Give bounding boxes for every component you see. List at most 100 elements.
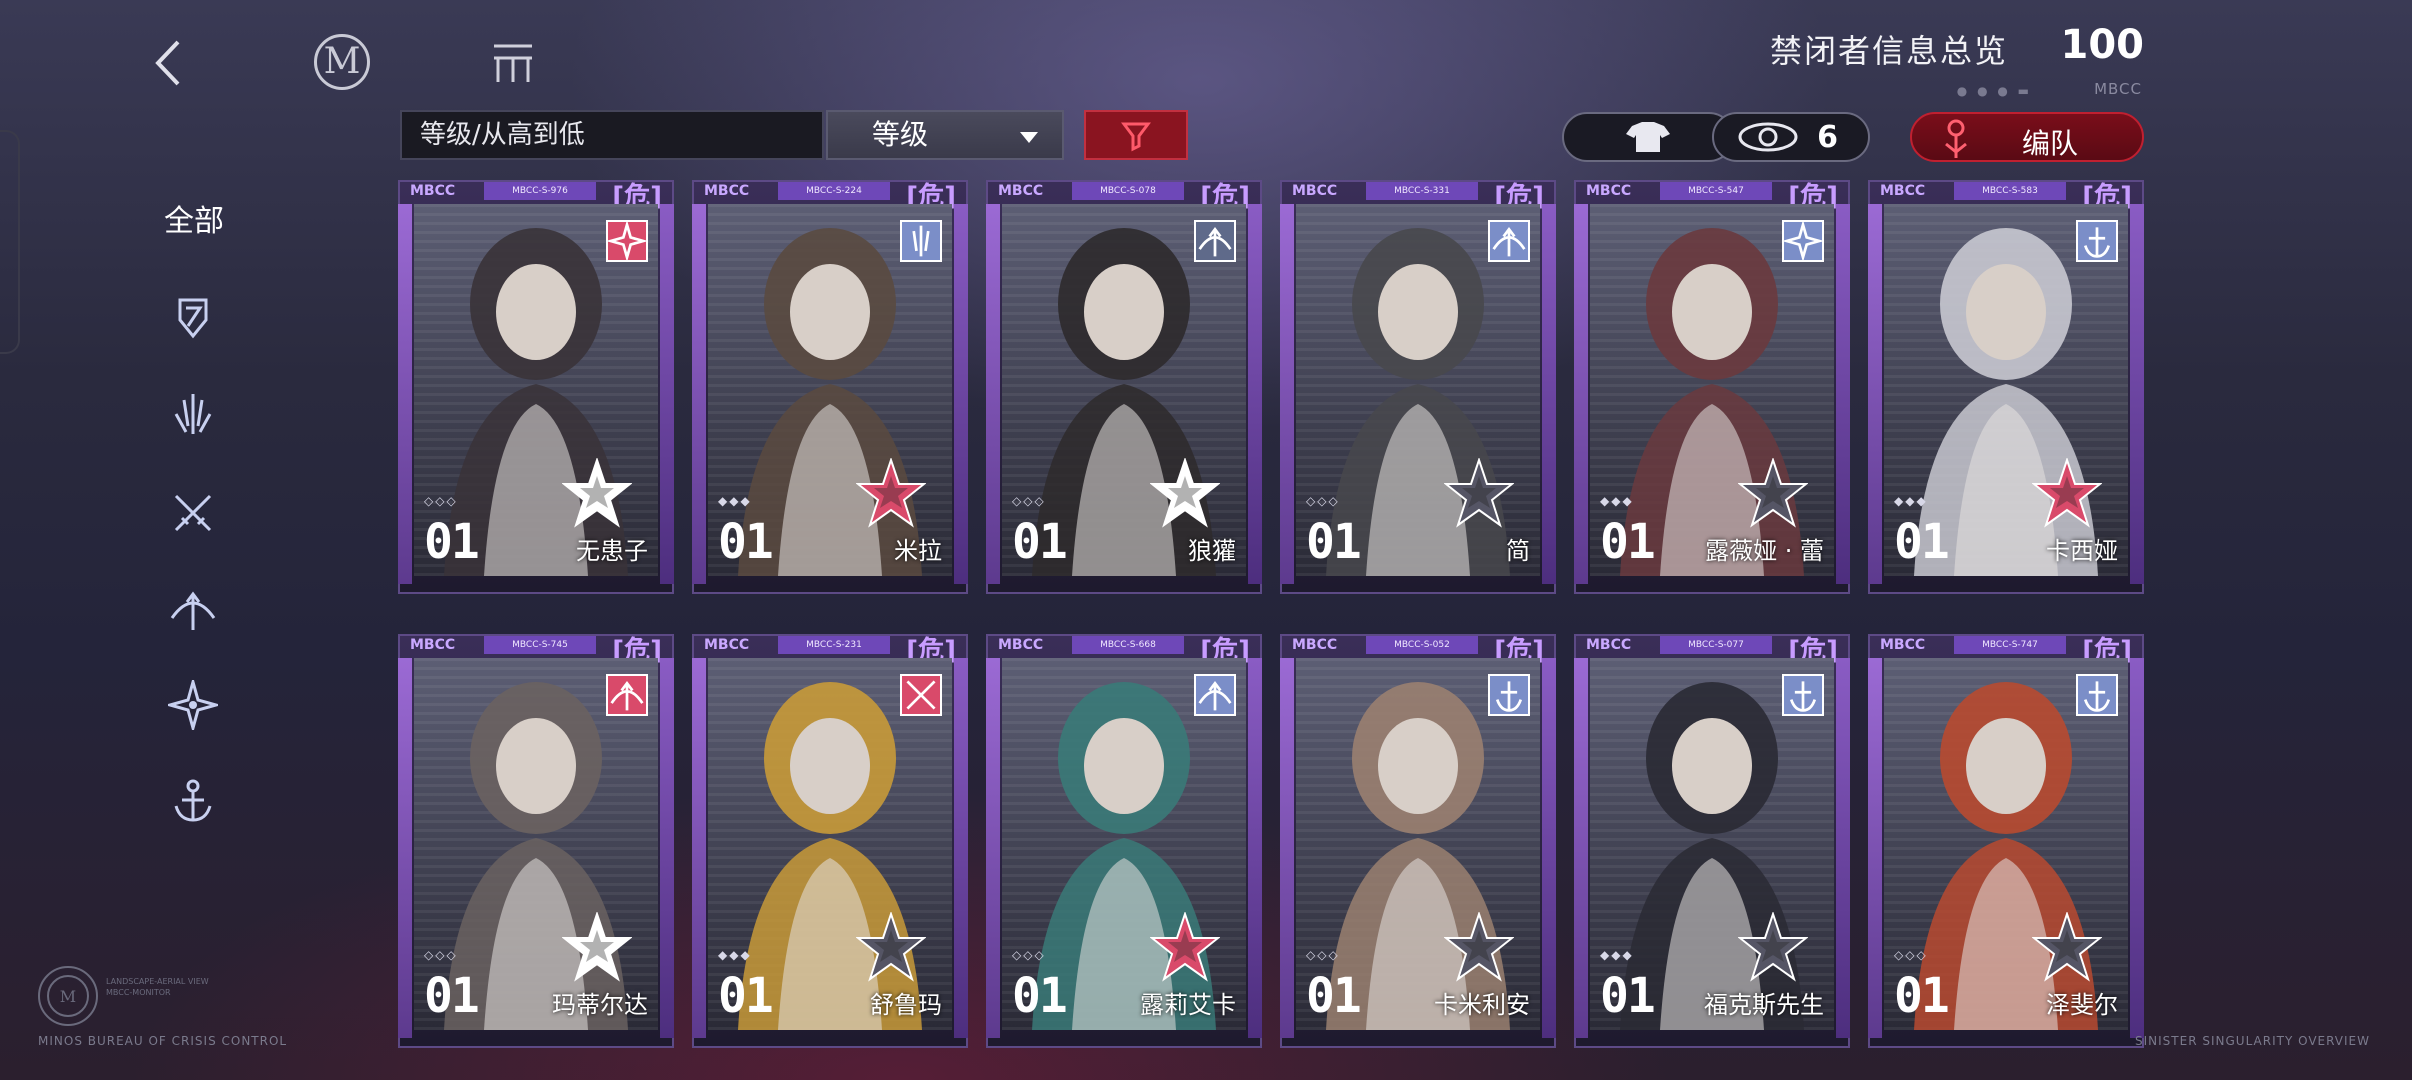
card-mbcc: MBCC [1586, 637, 1632, 653]
anchor-icon [2076, 220, 2118, 262]
character-portrait: ◇◇◇ 01 泽斐尔 [1884, 658, 2128, 1030]
rarity-star-icon [1738, 912, 1808, 982]
page-title: 禁闭者信息总览 [1769, 32, 2008, 70]
card-stripe-right [660, 204, 674, 584]
card-stripe [986, 658, 1000, 1038]
card-code: MBCC-S-078 [1072, 182, 1184, 200]
shirt-icon [1626, 122, 1670, 152]
card-header: MBCC MBCC-S-583 [危] [1876, 180, 2136, 212]
confinee-card[interactable]: MBCC MBCC-S-745 [危] ◇◇◇ 01 玛蒂尔达 [398, 634, 674, 1048]
confinee-card[interactable]: MBCC MBCC-S-547 [危] ◆◆◆ 01 露薇娅 · 蕾 [1574, 180, 1850, 594]
eye-icon [1738, 122, 1798, 152]
svg-text:M: M [60, 987, 76, 1006]
team-label: 编队 [2022, 127, 2079, 160]
visibility-button[interactable]: 6 [1712, 112, 1870, 162]
card-mbcc: MBCC [1292, 637, 1338, 653]
confinee-card[interactable]: MBCC MBCC-S-331 [危] ◇◇◇ 01 简 [1280, 180, 1556, 594]
card-code: MBCC-S-747 [1954, 636, 2066, 654]
rarity-star-icon [1444, 912, 1514, 982]
bow-icon[interactable] [168, 584, 218, 634]
card-name: 福克斯先生 [1704, 991, 1824, 1019]
footer-left-text: MINOS BUREAU OF CRISIS CONTROL [38, 1034, 288, 1048]
rarity-star-icon [1150, 912, 1220, 982]
rank-diamonds: ◇◇◇ [424, 494, 458, 508]
bow-icon [606, 674, 648, 716]
star-compass-icon[interactable] [164, 676, 222, 734]
m-logo-icon[interactable]: M [314, 34, 370, 90]
card-level: 01 [1306, 514, 1362, 570]
filter-button[interactable] [1084, 110, 1188, 160]
menu-icon[interactable] [490, 40, 536, 86]
outfit-button[interactable] [1562, 112, 1734, 162]
filter-all[interactable]: 全部 [164, 196, 224, 240]
rank-diamonds: ◇◇◇ [424, 948, 458, 962]
confinee-count: 100 [2060, 22, 2145, 68]
confinee-card[interactable]: MBCC MBCC-S-078 [危] ◇◇◇ 01 狼獾 [986, 180, 1262, 594]
card-level: 01 [718, 514, 774, 570]
character-portrait: ◆◆◆ 01 福克斯先生 [1590, 658, 1834, 1030]
crossed-swords-icon [900, 674, 942, 716]
confinee-card[interactable]: MBCC MBCC-S-747 [危] ◇◇◇ 01 泽斐尔 [1868, 634, 2144, 1048]
rank-diamonds: ◆◆◆ [718, 494, 752, 508]
anchor-icon [1488, 674, 1530, 716]
confinee-card[interactable]: MBCC MBCC-S-976 [危] ◇◇◇ 01 无患子 [398, 180, 674, 594]
card-stripe [692, 204, 706, 584]
card-header: MBCC MBCC-S-077 [危] [1582, 634, 1842, 666]
card-mbcc: MBCC [704, 637, 750, 653]
rank-diamonds: ◆◆◆ [1600, 948, 1634, 962]
card-level: 01 [1894, 968, 1950, 1024]
card-stripe [398, 658, 412, 1038]
card-name: 露莉艾卡 [1140, 991, 1236, 1019]
confinee-card[interactable]: MBCC MBCC-S-052 [危] ◇◇◇ 01 卡米利安 [1280, 634, 1556, 1048]
card-name: 泽斐尔 [2046, 991, 2118, 1019]
rarity-star-icon [2032, 912, 2102, 982]
character-portrait: ◇◇◇ 01 露莉艾卡 [1002, 658, 1246, 1030]
confinee-card[interactable]: MBCC MBCC-S-231 [危] ◆◆◆ 01 舒鲁玛 [692, 634, 968, 1048]
card-name: 玛蒂尔达 [552, 991, 648, 1019]
card-mbcc: MBCC [1586, 183, 1632, 199]
card-mbcc: MBCC [1880, 183, 1926, 199]
card-level: 01 [1600, 514, 1656, 570]
card-stripe [986, 204, 1000, 584]
character-portrait: ◇◇◇ 01 无患子 [414, 204, 658, 576]
sort-order-field[interactable]: 等级/从高到低 [400, 110, 824, 160]
card-stripe-right [1248, 204, 1262, 584]
back-icon[interactable] [150, 38, 190, 88]
shield-icon[interactable] [168, 292, 218, 342]
level-dropdown[interactable]: 等级 [826, 110, 1064, 160]
claw-icon[interactable] [168, 390, 218, 440]
team-button[interactable]: 编队 [1910, 112, 2144, 162]
card-name: 舒鲁玛 [870, 991, 942, 1019]
confinee-card[interactable]: MBCC MBCC-S-077 [危] ◆◆◆ 01 福克斯先生 [1574, 634, 1850, 1048]
visibility-count: 6 [1817, 120, 1838, 155]
card-stripe-right [660, 658, 674, 1038]
card-header: MBCC MBCC-S-078 [危] [994, 180, 1254, 212]
card-mbcc: MBCC [1292, 183, 1338, 199]
confinee-card[interactable]: MBCC MBCC-S-668 [危] ◇◇◇ 01 露莉艾卡 [986, 634, 1262, 1048]
left-edge-tab[interactable] [0, 130, 20, 354]
character-portrait: ◇◇◇ 01 狼獾 [1002, 204, 1246, 576]
rank-diamonds: ◆◆◆ [718, 948, 752, 962]
chevron-down-icon [1020, 132, 1038, 143]
card-stripe-right [1542, 204, 1556, 584]
confinee-card[interactable]: MBCC MBCC-S-224 [危] ◆◆◆ 01 米拉 [692, 180, 968, 594]
header-sub-tag: MBCC [2094, 80, 2142, 98]
crossed-swords-icon[interactable] [168, 488, 218, 538]
card-level: 01 [1012, 968, 1068, 1024]
rarity-star-icon [562, 458, 632, 528]
anchor-icon[interactable] [168, 776, 218, 826]
bow-icon [1194, 674, 1236, 716]
card-stripe [1280, 204, 1294, 584]
rank-diamonds: ◇◇◇ [1306, 494, 1340, 508]
confinee-card[interactable]: MBCC MBCC-S-583 [危] ◆◆◆ 01 卡西娅 [1868, 180, 2144, 594]
rarity-star-icon [562, 912, 632, 982]
card-mbcc: MBCC [1880, 637, 1926, 653]
card-mbcc: MBCC [998, 637, 1044, 653]
card-mbcc: MBCC [998, 183, 1044, 199]
team-icon [1945, 119, 1967, 158]
card-name: 狼獾 [1188, 537, 1236, 565]
card-header: MBCC MBCC-S-668 [危] [994, 634, 1254, 666]
card-stripe [1574, 658, 1588, 1038]
card-stripe-right [1836, 204, 1850, 584]
rank-diamonds: ◆◆◆ [1894, 494, 1928, 508]
